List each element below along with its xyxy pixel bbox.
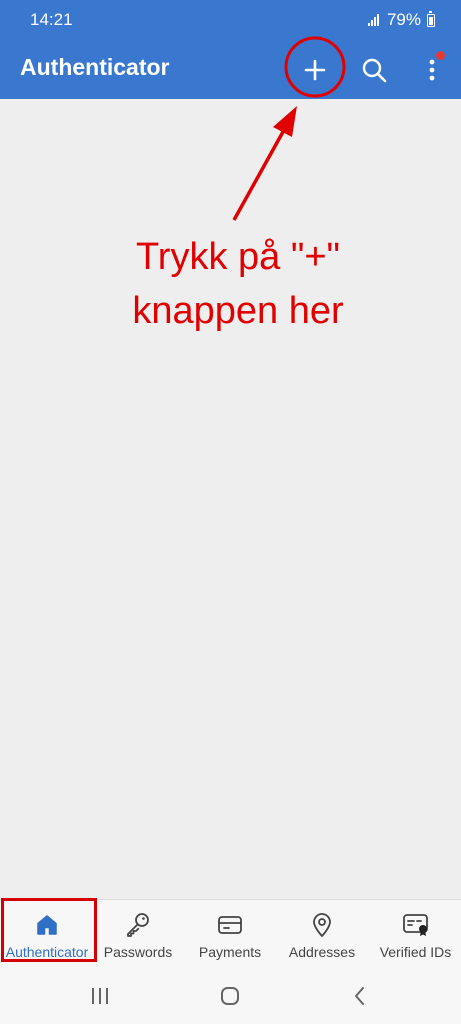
back-icon [355,987,364,1005]
nav-item-addresses[interactable]: Addresses [278,900,366,972]
nav-label-addresses: Addresses [288,944,356,960]
location-pin-icon [313,913,331,938]
annotation-highlight-box [1,898,97,962]
battery-icon [427,10,435,27]
more-vert-icon [429,59,435,81]
home-circle-icon [221,987,239,1005]
nav-item-payments[interactable]: Payments [186,900,274,972]
more-options-button[interactable] [410,48,454,92]
home-system-button[interactable] [214,981,246,1011]
nav-label-payments: Payments [198,944,262,960]
card-icon [218,916,242,934]
recents-button[interactable] [84,981,116,1011]
notification-dot [436,51,445,60]
system-navigation-bar [0,971,461,1024]
add-icon [304,59,326,81]
app-title: Authenticator [20,54,170,80]
nav-label-passwords: Passwords [103,944,173,960]
recents-icon [92,988,108,1004]
key-icon [127,913,149,937]
main-content-area [0,99,461,899]
status-bar: 14:21 79% [0,0,461,40]
annotation-line-2: knappen her [132,290,344,332]
search-button[interactable] [352,48,396,92]
id-card-icon [402,914,428,936]
status-time: 14:21 [30,10,73,29]
app-bar: Authenticator [0,40,461,99]
search-icon [362,58,387,83]
back-button[interactable] [344,981,374,1011]
nav-label-verified-ids: Verified IDs [379,944,452,960]
status-indicators: 79% [367,10,435,30]
add-button[interactable] [293,48,337,92]
annotation-text: Trykk på "+" knappen her [108,230,368,338]
battery-percentage: 79% [386,10,421,29]
annotation-line-1: Trykk på "+" [135,236,340,278]
nav-item-passwords[interactable]: Passwords [94,900,182,972]
nav-item-verified-ids[interactable]: Verified IDs [370,900,461,972]
signal-icon [367,14,379,26]
